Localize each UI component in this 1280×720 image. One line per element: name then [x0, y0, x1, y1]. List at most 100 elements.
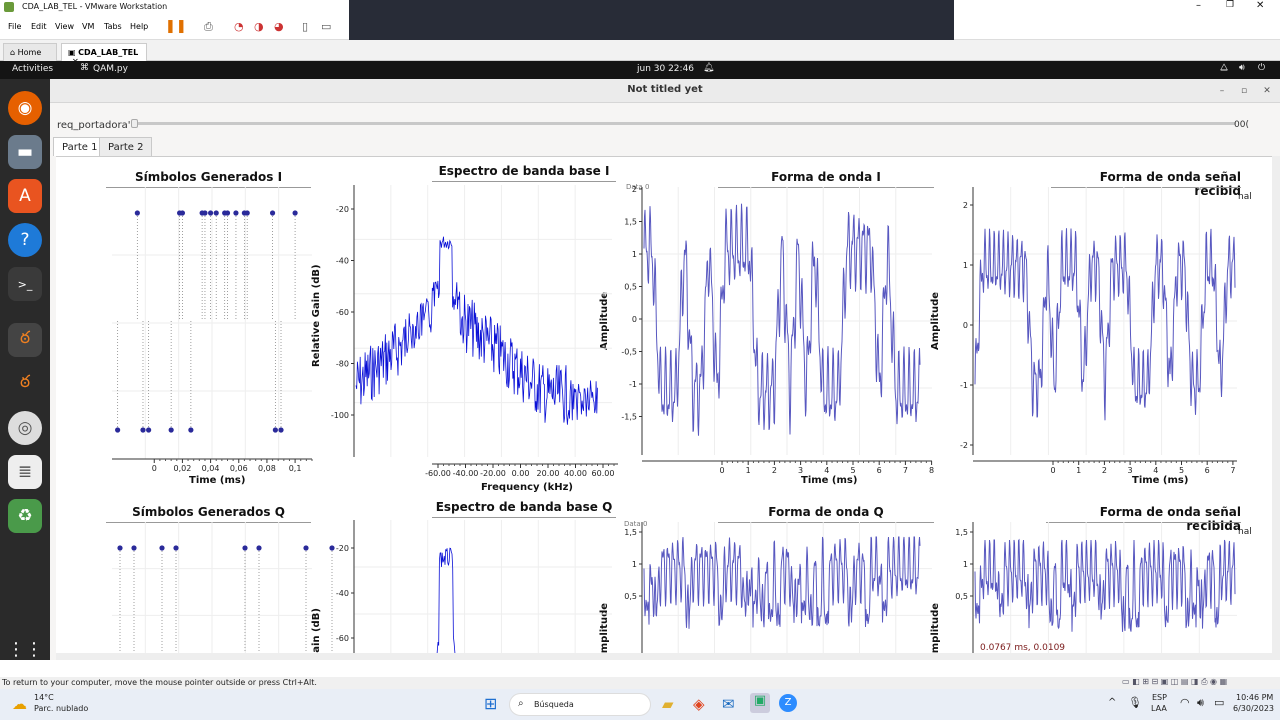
view-library-icon[interactable]: ▯ [302, 20, 308, 33]
gnuradio-icon[interactable]: ఠ [8, 323, 42, 357]
menu-view[interactable]: View [55, 22, 74, 31]
device-icons[interactable]: ▭ ◧ ⊞ ⊟ ▣ ◫ ▤ ◨ ⎙ ◉ ▦ [1122, 677, 1227, 687]
network-icon[interactable]: ⧋ [1220, 63, 1228, 73]
window-minimize-icon[interactable]: – [1216, 85, 1228, 97]
symbol-point [188, 427, 194, 433]
rx-i-x-tick-label: 5 [1179, 466, 1184, 475]
sym-i-x-tick-label: 0 [152, 464, 157, 473]
spec-i-x-tick-label: -20.00 [480, 469, 506, 478]
spec-i-x-tick-label: 60.00 [592, 469, 615, 478]
sym-i-x-tick-label: 0,08 [258, 464, 276, 473]
spectrum-q-trace [436, 547, 456, 660]
symbol-point [134, 210, 140, 216]
snapshot-icon[interactable]: ◔ [234, 20, 244, 33]
disc-icon[interactable]: ◎ [8, 411, 42, 445]
vmware-taskbar-icon[interactable]: ▣ [750, 693, 770, 713]
show-apps-icon[interactable]: ⋮⋮ [7, 632, 43, 666]
tab-cda-lab-tel[interactable]: ▣ CDA_LAB_TEL ✕ [61, 43, 147, 66]
plots-canvas[interactable]: 0 0,02 0,04 0,06 0,08 0,1-20-40-60-80-100-60.… [56, 157, 1274, 660]
slider-value[interactable]: 00( [1234, 120, 1249, 130]
wave-i-y-tick-label: 1,5 [624, 218, 637, 227]
terminal-icon[interactable]: >_ [8, 267, 42, 301]
clock[interactable]: jun 30 22:46 [637, 64, 694, 74]
window-close-icon[interactable]: ✕ [1261, 85, 1273, 97]
weather-icon[interactable]: ☁ [12, 695, 27, 713]
rx-q-y-tick-label: 1,5 [955, 528, 968, 537]
windows-start-icon[interactable]: ⊞ [484, 694, 497, 713]
revert-snapshot-icon[interactable]: ◑ [254, 20, 264, 33]
text-editor-icon[interactable]: ≣ [8, 455, 42, 489]
tab-home-label: Home [17, 48, 42, 57]
wave-i-y-tick-label: -0,5 [621, 348, 637, 357]
wave-i-x-tick-label: 0 [719, 466, 724, 475]
mail-icon[interactable]: ✉ [722, 695, 735, 713]
lang-indicator[interactable]: ESP [1152, 693, 1167, 702]
minimize-icon[interactable]: – [1196, 0, 1201, 11]
spec-i-x-tick-label: 0.00 [512, 469, 530, 478]
weather-desc: Parc. nublado [34, 704, 89, 713]
brave-icon[interactable]: ◈ [693, 695, 705, 713]
close-icon[interactable]: ✕ [1256, 0, 1264, 11]
slider-handle[interactable] [131, 119, 138, 128]
window-title: Not titled yet [627, 84, 703, 95]
search-box[interactable]: ⌕ Búsqueda [509, 693, 651, 716]
help-icon[interactable]: ? [8, 223, 42, 257]
windows-taskbar: ☁ 14°C Parc. nublado ⊞ ⌕ Búsqueda ▰ ◈ ✉ … [0, 689, 1280, 720]
symbol-point [244, 210, 250, 216]
horizontal-scrollbar[interactable] [56, 653, 1274, 660]
wifi-icon[interactable]: ◠ [1180, 696, 1190, 709]
lang-indicator-2[interactable]: LAA [1151, 704, 1167, 713]
maximize-icon[interactable]: ❐ [1226, 0, 1234, 10]
symbol-point [269, 210, 276, 216]
wave-i-y-tick-label: 2 [632, 185, 637, 194]
battery-icon[interactable]: ▭ [1214, 696, 1224, 709]
rx-i-x-tick-label: 1 [1076, 466, 1081, 475]
window-maximize-icon[interactable]: ▫ [1238, 85, 1250, 97]
wave-i-trace [643, 203, 921, 436]
firefox-icon[interactable]: ◉ [8, 91, 42, 125]
gnuradio-companion-icon[interactable]: ఠ [8, 367, 42, 401]
power-icon[interactable]: ⏻ [1258, 63, 1265, 73]
files-icon[interactable]: ▬ [8, 135, 42, 169]
trash-icon[interactable]: ♻ [8, 499, 42, 533]
taskbar-date[interactable]: 6/30/2023 [1233, 704, 1274, 713]
menu-vm[interactable]: VM [82, 22, 94, 31]
zoom-icon[interactable]: Z [779, 694, 797, 712]
taskbar-time[interactable]: 10:46 PM [1236, 693, 1273, 702]
send-keys-icon[interactable]: ⎙ [204, 20, 213, 34]
ubuntu-dock: ◉ ▬ A ? >_ ఠ ఠ ◎ ≣ ♻ ⋮⋮ [0, 79, 50, 660]
microphone-icon[interactable]: 🎙︎ [1128, 696, 1142, 709]
vmware-tabbar: ⌂ Home ▣ CDA_LAB_TEL ✕ [0, 40, 1280, 66]
view-thumbnail-icon[interactable]: ▭ [321, 20, 331, 33]
symbol-point [242, 545, 248, 551]
sym-i-x-tick-label: 0,02 [174, 464, 192, 473]
menu-edit[interactable]: Edit [31, 22, 47, 31]
activities-button[interactable]: Activities [12, 64, 53, 74]
tab-parte-2[interactable]: Parte 2 [99, 137, 153, 156]
volume-icon[interactable]: 🔊︎ [1239, 63, 1245, 73]
vmware-statusbar: To return to your computer, move the mou… [0, 677, 1280, 689]
symbol-point [303, 545, 309, 551]
search-placeholder: Búsqueda [534, 700, 574, 709]
menu-help[interactable]: Help [130, 22, 148, 31]
speaker-icon[interactable]: 🔊︎ [1197, 696, 1204, 710]
tray-chevron-icon[interactable]: ^ [1108, 697, 1116, 708]
frequency-slider[interactable] [134, 122, 1236, 125]
file-explorer-icon[interactable]: ▰ [662, 695, 674, 713]
pause-icon[interactable]: ❚❚ [165, 19, 187, 34]
menu-tabs[interactable]: Tabs [104, 22, 122, 31]
symbol-point [207, 210, 214, 216]
weather-temp: 14°C [34, 693, 54, 702]
wave-i-x-tick-label: 4 [824, 466, 829, 475]
tab-home[interactable]: ⌂ Home [3, 43, 57, 61]
spec-q-y-tick-label: -40 [336, 589, 349, 598]
wave-i-y-tick-label: 0,5 [624, 283, 637, 292]
app-menu[interactable]: QAM.py [93, 64, 128, 74]
wave-i-x-tick-label: 6 [877, 466, 882, 475]
snapshot-manager-icon[interactable]: ◕ [274, 20, 284, 33]
vertical-scrollbar[interactable] [1272, 156, 1280, 660]
vm-icon: ▣ [68, 48, 76, 57]
symbol-point [179, 210, 186, 216]
menu-file[interactable]: File [8, 22, 21, 31]
software-icon[interactable]: A [8, 179, 42, 213]
